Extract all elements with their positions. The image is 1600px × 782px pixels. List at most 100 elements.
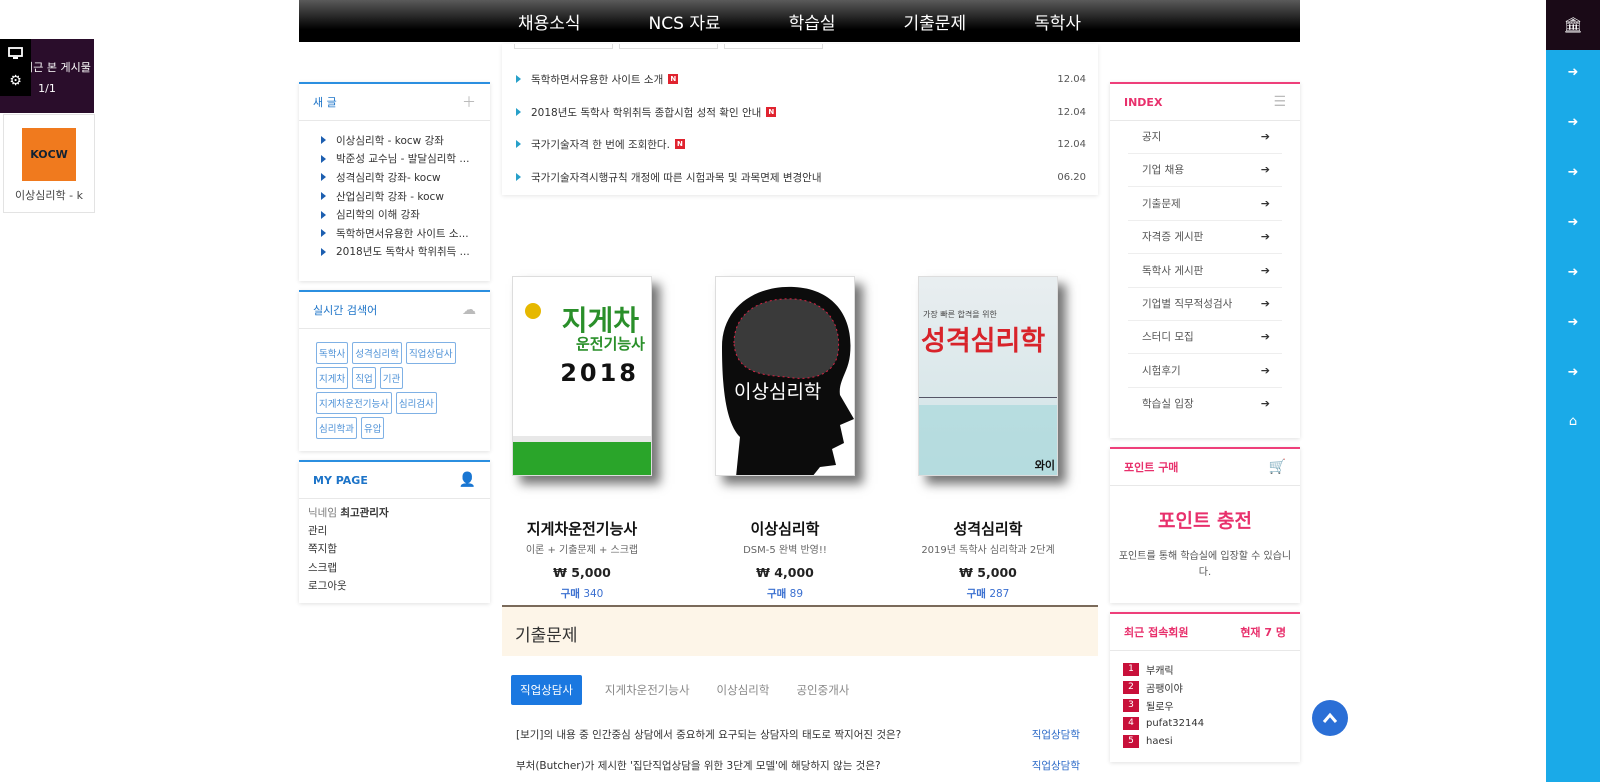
user-row[interactable]: 2 곰팽이야 — [1123, 680, 1183, 695]
notice-tabs — [514, 44, 823, 49]
mypage-title: MY PAGE — [313, 473, 368, 487]
buy-button[interactable]: 구매 340 — [502, 586, 662, 601]
arrow-circle-icon[interactable]: ➜ — [1546, 65, 1600, 80]
notice-tab[interactable] — [724, 44, 823, 49]
institution-icon[interactable]: 🏛 — [1546, 0, 1600, 50]
nickname-value: 최고관리자 — [340, 507, 389, 519]
search-tag[interactable]: 지게차 — [316, 367, 349, 389]
exam-title: 기출문제 — [502, 607, 1098, 656]
search-tag[interactable]: 기관 — [379, 367, 404, 389]
arrow-icon — [516, 140, 521, 148]
tab-realtor[interactable]: 공인중개사 — [796, 682, 849, 698]
search-tag[interactable]: 심리검사 — [395, 392, 437, 414]
book-cover[interactable]: 이상심리학 — [715, 276, 855, 476]
arrow-right-icon: ➔ — [1260, 196, 1270, 210]
recent-viewed-item[interactable]: KOCW 이상심리학 - k — [3, 114, 95, 213]
search-tag[interactable]: 직업 — [352, 367, 376, 389]
exam-question-row[interactable]: 부처(Butcher)가 제시한 '집단직업상담을 위한 3단계 모델'에 해당… — [516, 758, 1080, 773]
plus-icon[interactable]: ＋ — [462, 92, 476, 112]
search-tag[interactable]: 독학사 — [316, 342, 349, 364]
user-row[interactable]: 3 될로우 — [1123, 698, 1174, 713]
mypage-link-messages[interactable]: 쪽지함 — [308, 541, 490, 559]
book-title[interactable]: 이상심리학 — [705, 518, 865, 539]
new-posts-title: 새 글 — [313, 96, 337, 109]
index-item[interactable]: 기출문제 ➔ — [1128, 187, 1282, 221]
tab-forklift[interactable]: 지게차운전기능사 — [605, 682, 690, 698]
index-item[interactable]: 학습실 입장 ➔ — [1128, 387, 1282, 421]
scroll-top-button[interactable] — [1312, 700, 1348, 736]
nav-item-jobs[interactable]: 채용소식 — [518, 9, 581, 34]
notice-row[interactable]: 국가기술자격시행규칙 개정에 따른 시험과목 및 과목면제 변경안내 06.20 — [516, 168, 1086, 186]
gears-icon[interactable]: ⚙ — [0, 67, 31, 95]
index-item[interactable]: 기업별 직무적성검사 ➔ — [1128, 287, 1282, 321]
arrow-circle-icon[interactable]: ➜ — [1546, 265, 1600, 280]
tab-abnormal-psych[interactable]: 이상심리학 — [717, 682, 770, 698]
book-cover[interactable]: 가장 빠른 합격을 위한 성격심리학 와이 — [918, 276, 1058, 476]
book-title[interactable]: 성격심리학 — [908, 518, 1068, 539]
list-item[interactable]: 심리학의 이해 강좌 — [321, 205, 490, 224]
book-card[interactable]: 지게차 운전기능사 2018 지게차운전기능사 이론 + 기출문제 + 스크랩 … — [502, 276, 662, 601]
mypage-box: MY PAGE 👤 닉네임 최고관리자 관리 쪽지함 스크랩 로그아웃 — [299, 460, 490, 603]
notice-row[interactable]: 2018년도 독학사 학위취득 종합시험 성적 확인 안내 N 12.04 — [516, 103, 1086, 121]
list-item[interactable]: 독학하면서유용한 사이트 소... — [321, 224, 490, 243]
search-tag[interactable]: 지게차운전기능사 — [316, 392, 392, 414]
arrow-circle-icon[interactable]: ➜ — [1546, 215, 1600, 230]
list-item[interactable]: 성격심리학 강좌- kocw — [321, 168, 490, 187]
arrow-right-icon: ➔ — [1260, 363, 1270, 377]
exam-question-row[interactable]: [보기]의 내용 중 인간중심 상담에서 중요하게 요구되는 상담자의 태도로 … — [516, 727, 1080, 742]
tab-job-counselor[interactable]: 직업상담사 — [511, 675, 582, 705]
kocw-thumbnail: KOCW — [22, 128, 76, 181]
index-item[interactable]: 시험후기 ➔ — [1128, 354, 1282, 388]
book-card[interactable]: 가장 빠른 합격을 위한 성격심리학 와이 성격심리학 2019년 독학사 심리… — [908, 276, 1068, 601]
arrow-circle-icon[interactable]: ➜ — [1546, 315, 1600, 330]
recent-users-title: 최근 접속회원 — [1124, 626, 1189, 639]
book-card[interactable]: 이상심리학 이상심리학 DSM-5 완벽 반영!! ₩ 4,000 구매 89 — [705, 276, 865, 601]
notice-tab[interactable] — [514, 44, 613, 49]
points-headline[interactable]: 포인트 충전 — [1110, 506, 1300, 533]
buy-button[interactable]: 구매 89 — [705, 586, 865, 601]
book-price: ₩ 4,000 — [756, 565, 814, 580]
nav-item-past-exams[interactable]: 기출문제 — [904, 9, 967, 34]
user-row[interactable]: 4 pufat32144 — [1123, 717, 1204, 730]
arrow-circle-icon[interactable]: ➜ — [1546, 165, 1600, 180]
list-item[interactable]: 박준성 교수님 - 발달심리학 ... — [321, 150, 490, 169]
list-item[interactable]: 산업심리학 강좌 - kocw — [321, 187, 490, 206]
index-item[interactable]: 스터디 모집 ➔ — [1128, 320, 1282, 354]
home-icon[interactable]: ⌂ — [1546, 414, 1600, 429]
index-item[interactable]: 자격증 게시판 ➔ — [1128, 220, 1282, 254]
book-cover[interactable]: 지게차 운전기능사 2018 — [512, 276, 652, 476]
nav-item-study-room[interactable]: 학습실 — [789, 9, 836, 34]
nav-item-ncs[interactable]: NCS 자료 — [649, 9, 721, 34]
notice-row[interactable]: 국가기술자격 한 번에 조회한다. N 12.04 — [516, 135, 1086, 153]
index-item[interactable]: 기업 채용 ➔ — [1128, 153, 1282, 187]
user-row[interactable]: 1 부캐릭 — [1123, 662, 1174, 677]
mypage-link-scrap[interactable]: 스크랩 — [308, 560, 490, 578]
nav-item-self-study[interactable]: 독학사 — [1034, 9, 1081, 34]
notice-tab[interactable] — [619, 44, 718, 49]
recent-viewed-caption: 이상심리학 - k — [15, 189, 83, 202]
menu-icon[interactable]: ☰ — [1273, 94, 1286, 110]
arrow-right-icon: ➔ — [1260, 263, 1270, 277]
arrow-circle-icon[interactable]: ➜ — [1546, 115, 1600, 130]
index-item[interactable]: 공지 ➔ — [1128, 120, 1282, 154]
search-tag[interactable]: 유압 — [360, 417, 385, 439]
index-item[interactable]: 독학사 게시판 ➔ — [1128, 254, 1282, 288]
new-posts-box: 새 글 ＋ 이상심리학 - kocw 강좌 박준성 교수님 - 발달심리학 ...… — [299, 82, 490, 281]
buy-button[interactable]: 구매 287 — [908, 586, 1068, 601]
mypage-link-admin[interactable]: 관리 — [308, 523, 490, 541]
list-item[interactable]: 2018년도 독학사 학위취득 ... — [321, 243, 490, 262]
arrow-right-icon: ➔ — [1260, 397, 1270, 411]
arrow-right-icon: ➔ — [1260, 296, 1270, 310]
mypage-link-logout[interactable]: 로그아웃 — [308, 578, 490, 596]
notice-row[interactable]: 독학하면서유용한 사이트 소개 N 12.04 — [516, 70, 1086, 88]
monitor-icon[interactable] — [0, 39, 31, 67]
search-tag[interactable]: 심리학과 — [316, 417, 357, 439]
search-tag[interactable]: 성격심리학 — [352, 342, 402, 364]
points-title: 포인트 구매 — [1124, 461, 1179, 474]
search-tag[interactable]: 직업상담사 — [405, 342, 456, 364]
list-item[interactable]: 이상심리학 - kocw 강좌 — [321, 131, 490, 150]
user-row[interactable]: 5 haesi — [1123, 735, 1173, 748]
arrow-circle-icon[interactable]: ➜ — [1546, 365, 1600, 380]
book-title[interactable]: 지게차운전기능사 — [502, 518, 662, 539]
new-badge: N — [674, 139, 685, 149]
